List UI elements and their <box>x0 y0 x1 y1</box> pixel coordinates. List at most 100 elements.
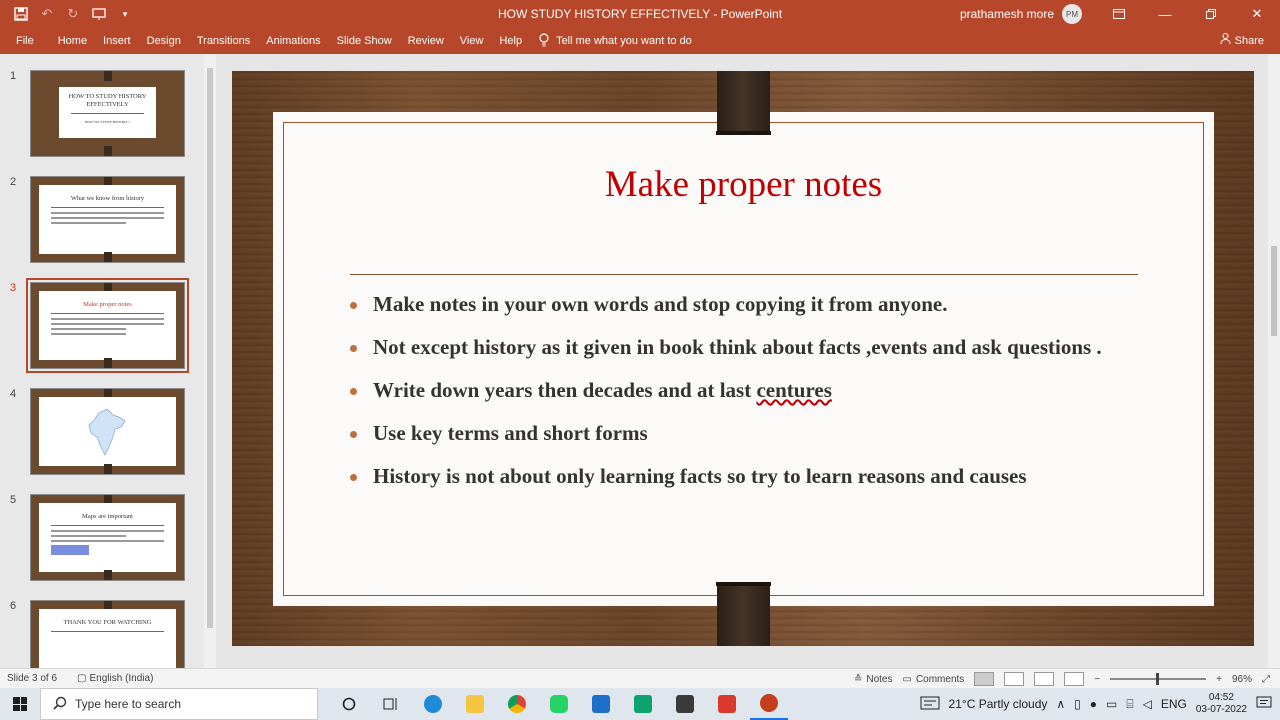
restore-icon[interactable] <box>1188 0 1234 28</box>
thumbnail-title: Maps are important <box>82 513 133 520</box>
comments-button[interactable]: ▭ Comments <box>902 674 964 685</box>
battery-icon[interactable]: ▭ <box>1106 697 1117 711</box>
bullet-icon <box>350 345 357 352</box>
save-icon[interactable] <box>10 3 32 25</box>
task-view-icon[interactable] <box>372 688 410 720</box>
tab-home[interactable]: Home <box>50 28 95 54</box>
proofing-icon: ▢ <box>77 673 87 684</box>
tab-insert[interactable]: Insert <box>95 28 139 54</box>
taskbar-search[interactable]: Type here to search <box>40 688 318 720</box>
binder-clip-top <box>716 71 771 135</box>
thumbnails-scrollbar[interactable] <box>204 54 216 668</box>
thumbnail-number: 6 <box>10 600 17 612</box>
tell-me-label: Tell me what you want to do <box>556 35 692 47</box>
lightbulb-icon <box>538 32 550 50</box>
redo-icon[interactable]: ↻ <box>62 3 84 25</box>
slide-title[interactable]: Make proper notes <box>273 163 1214 206</box>
windows-logo-icon <box>13 697 27 711</box>
language-indicator[interactable]: ▢ English (India) <box>77 673 153 684</box>
zoom-level[interactable]: 96% <box>1232 674 1252 685</box>
india-map-image <box>85 407 133 459</box>
slide-bullet-list[interactable]: Make notes in your own words and stop co… <box>350 289 1150 504</box>
bullet-item[interactable]: Write down years then decades and at las… <box>350 375 1150 406</box>
store-icon[interactable] <box>666 688 704 720</box>
user-name[interactable]: prathamesh more <box>960 7 1054 21</box>
slide-thumbnail[interactable] <box>30 388 185 475</box>
powerpoint-icon[interactable] <box>750 688 788 720</box>
ribbon-display-options-icon[interactable] <box>1096 0 1142 28</box>
minimize-icon[interactable]: — <box>1142 0 1188 28</box>
tab-animations[interactable]: Animations <box>258 28 328 54</box>
reading-view-icon[interactable] <box>1034 672 1055 686</box>
thumbnail-title: What we know from history <box>70 195 145 202</box>
normal-view-icon[interactable] <box>974 672 995 686</box>
avatar[interactable]: PM <box>1062 4 1082 24</box>
zoom-slider[interactable] <box>1110 673 1207 685</box>
screen-recorder-icon[interactable] <box>708 688 746 720</box>
tab-slide-show[interactable]: Slide Show <box>329 28 400 54</box>
slide-thumbnail[interactable]: What we know from history <box>30 176 185 263</box>
microphone-icon[interactable]: ● <box>1090 697 1097 711</box>
slide-thumbnail[interactable]: THANK YOU FOR WATCHING <box>30 600 185 668</box>
slide-thumbnail[interactable]: Maps are important <box>30 494 185 581</box>
whatsapp-icon[interactable] <box>540 688 578 720</box>
comment-icon: ▭ <box>902 673 912 685</box>
title-bar: ↶ ↻ ▾ HOW STUDY HISTORY EFFECTIVELY - Po… <box>0 0 1280 28</box>
slide-thumbnail[interactable]: Make proper notes <box>26 278 189 373</box>
zoom-in-icon[interactable]: + <box>1216 674 1222 685</box>
thumbnail-subtitle: HOW WE STUDY HISTORY ? <box>84 120 131 124</box>
slide-counter: Slide 3 of 6 <box>7 673 58 684</box>
bullet-item[interactable]: Use key terms and short forms <box>350 418 1150 449</box>
edge-icon[interactable] <box>414 688 452 720</box>
kaspersky-icon[interactable] <box>624 688 662 720</box>
clock[interactable]: 04:52 03-07-2022 <box>1196 692 1247 716</box>
tab-design[interactable]: Design <box>139 28 189 54</box>
network-icon[interactable]: ⌸ <box>1126 697 1133 712</box>
input-language[interactable]: ENG <box>1161 697 1187 711</box>
zoom-out-icon[interactable]: − <box>1094 674 1100 685</box>
weather-icon[interactable] <box>920 696 940 713</box>
fit-to-window-icon[interactable]: ⤢ <box>1262 674 1270 685</box>
spelling-error-word[interactable]: centures <box>756 378 831 402</box>
tab-file[interactable]: File <box>0 28 50 54</box>
slide-thumbnails-pane: 1 HOW TO STUDY HISTORY EFFECTIVELY HOW W… <box>0 54 216 668</box>
slide-thumbnail[interactable]: HOW TO STUDY HISTORY EFFECTIVELY HOW WE … <box>30 70 185 157</box>
notifications-icon[interactable] <box>1256 696 1272 713</box>
tell-me-search[interactable]: Tell me what you want to do <box>538 32 692 50</box>
zoom-slider-thumb[interactable] <box>1156 673 1160 685</box>
tab-review[interactable]: Review <box>400 28 452 54</box>
volume-icon[interactable]: ◁ <box>1143 697 1152 711</box>
start-button[interactable] <box>0 688 40 720</box>
notes-icon: ≙ <box>853 673 863 685</box>
current-slide[interactable]: Make proper notes Make notes in your own… <box>232 71 1254 646</box>
devices-icon[interactable]: ▯ <box>1074 697 1081 711</box>
slide-show-view-icon[interactable] <box>1064 672 1085 686</box>
tab-help[interactable]: Help <box>491 28 530 54</box>
cortana-icon[interactable] <box>330 688 368 720</box>
weather-text[interactable]: 21°C Partly cloudy <box>949 697 1048 711</box>
tab-view[interactable]: View <box>452 28 492 54</box>
undo-icon[interactable]: ↶ <box>36 3 58 25</box>
tab-transitions[interactable]: Transitions <box>189 28 258 54</box>
bullet-item[interactable]: History is not about only learning facts… <box>350 461 1150 492</box>
customize-toolbar-icon[interactable]: ▾ <box>114 3 136 25</box>
notes-button[interactable]: ≙ Notes <box>854 674 893 685</box>
thumbnail-title: HOW TO STUDY HISTORY EFFECTIVELY <box>68 93 147 108</box>
close-icon[interactable]: ✕ <box>1234 0 1280 28</box>
start-from-beginning-icon[interactable] <box>88 3 110 25</box>
thumbnail-title: THANK YOU FOR WATCHING <box>63 619 152 626</box>
editor-scrollbar[interactable] <box>1268 54 1280 668</box>
file-explorer-icon[interactable] <box>456 688 494 720</box>
binder-clip-bottom <box>716 582 771 646</box>
chrome-icon[interactable] <box>498 688 536 720</box>
bullet-item[interactable]: Not except history as it given in book t… <box>350 332 1150 363</box>
search-icon <box>53 696 67 713</box>
share-button[interactable]: Share <box>1220 28 1264 54</box>
person-icon <box>1220 28 1231 54</box>
mail-icon[interactable] <box>582 688 620 720</box>
show-hidden-icons-icon[interactable]: ∧ <box>1056 697 1065 711</box>
bullet-item[interactable]: Make notes in your own words and stop co… <box>350 289 1150 320</box>
thumbnail-number: 4 <box>10 388 17 400</box>
slide-sorter-icon[interactable] <box>1004 672 1025 686</box>
search-placeholder: Type here to search <box>75 697 182 711</box>
